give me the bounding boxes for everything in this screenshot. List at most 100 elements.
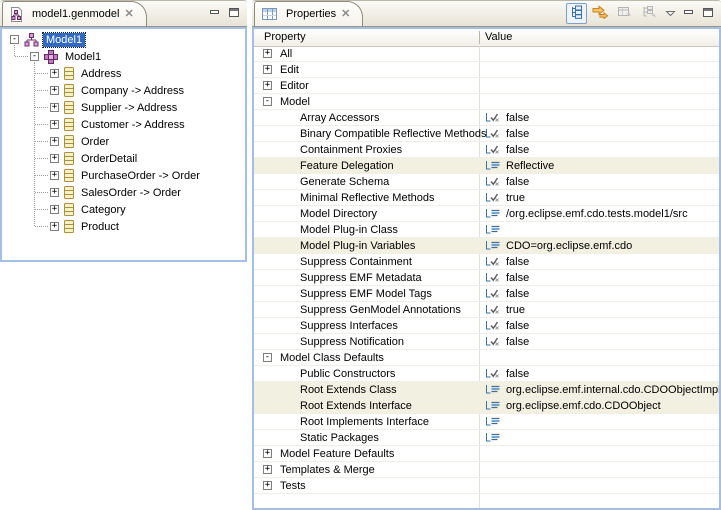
value-cell[interactable]: false (480, 318, 719, 333)
property-row[interactable]: Suppress EMF Metadatafalse (254, 270, 719, 286)
value-cell[interactable] (480, 222, 719, 237)
expander-plus-icon[interactable]: + (263, 465, 272, 474)
value-cell[interactable]: false (480, 126, 719, 141)
eclass-icon (64, 186, 74, 199)
value-cell[interactable]: false (480, 254, 719, 269)
expander-plus-icon[interactable]: + (50, 205, 59, 214)
properties-tab[interactable]: Properties ✕ (254, 1, 363, 26)
category-row[interactable]: +Tests (254, 478, 719, 494)
category-row[interactable]: -Model Class Defaults (254, 350, 719, 366)
property-row[interactable]: Model Plug-in Class (254, 222, 719, 238)
expander-plus-icon[interactable]: + (50, 222, 59, 231)
property-row[interactable]: Suppress Notificationfalse (254, 334, 719, 350)
show-advanced-properties-button[interactable] (590, 3, 611, 24)
category-row[interactable]: +All (254, 46, 719, 62)
value-cell[interactable]: false (480, 334, 719, 349)
maximize-button[interactable] (700, 3, 716, 24)
value-text: false (506, 272, 529, 284)
value-cell[interactable]: false (480, 366, 719, 381)
value-cell[interactable]: false (480, 286, 719, 301)
category-row[interactable]: +Templates & Merge (254, 462, 719, 478)
tree-mode-button[interactable] (566, 3, 587, 24)
value-text: false (506, 368, 529, 380)
expander-plus-icon[interactable]: + (50, 154, 59, 163)
value-cell[interactable]: false (480, 142, 719, 157)
property-row[interactable]: Root Implements Interface (254, 414, 719, 430)
column-resize-handle[interactable] (479, 31, 480, 44)
expander-minus-icon[interactable]: - (10, 35, 19, 44)
value-cell (480, 46, 719, 61)
property-row[interactable]: Suppress Interfacesfalse (254, 318, 719, 334)
expander-minus-icon[interactable]: - (263, 353, 272, 362)
tree-item[interactable]: -Model1 (2, 31, 245, 48)
expander-minus-icon[interactable]: - (263, 97, 272, 106)
tree-item[interactable]: -Model1 (2, 48, 245, 65)
tree-item-label: SalesOrder -> Order (78, 186, 184, 200)
close-icon[interactable]: ✕ (341, 9, 350, 19)
value-cell[interactable]: false (480, 270, 719, 285)
property-row[interactable]: Feature Delegation Reflective (254, 158, 719, 174)
property-row[interactable]: Suppress GenModel Annotationstrue (254, 302, 719, 318)
value-cell[interactable]: Reflective (480, 158, 719, 173)
value-cell[interactable]: true (480, 190, 719, 205)
tree-guide-line (35, 192, 48, 193)
value-cell[interactable]: org.eclipse.emf.internal.cdo.CDOObjectIm… (480, 382, 719, 397)
value-cell[interactable]: false (480, 110, 719, 125)
expander-plus-icon[interactable]: + (263, 449, 272, 458)
value-cell[interactable] (480, 414, 719, 429)
property-row[interactable]: Static Packages (254, 430, 719, 446)
property-row[interactable]: Generate Schemafalse (254, 174, 719, 190)
expander-plus-icon[interactable]: + (50, 103, 59, 112)
category-row[interactable]: -Model (254, 94, 719, 110)
property-row[interactable]: Binary Compatible Reflective Methodsfals… (254, 126, 719, 142)
expander-minus-icon[interactable]: - (30, 52, 39, 61)
value-cell[interactable]: org.eclipse.emf.cdo.CDOObject (480, 398, 719, 413)
expander-plus-icon[interactable]: + (50, 171, 59, 180)
property-row[interactable]: Suppress Containmentfalse (254, 254, 719, 270)
tree-mode-icon (569, 5, 584, 22)
show-categories-button[interactable] (638, 3, 659, 24)
property-row[interactable]: Containment Proxiesfalse (254, 142, 719, 158)
minimize-button[interactable] (207, 3, 223, 24)
expander-plus-icon[interactable]: + (50, 120, 59, 129)
editor-tab[interactable]: model1.genmodel ✕ (2, 1, 147, 26)
column-header-value[interactable]: Value (485, 31, 512, 43)
value-cell[interactable]: /org.eclipse.emf.cdo.tests.model1/src (480, 206, 719, 221)
column-header-property[interactable]: Property (264, 31, 306, 43)
property-row[interactable]: Public Constructorsfalse (254, 366, 719, 382)
value-text: CDO=org.eclipse.emf.cdo (506, 240, 632, 252)
category-row[interactable]: +Model Feature Defaults (254, 446, 719, 462)
expander-plus-icon[interactable]: + (50, 137, 59, 146)
category-row[interactable]: +Editor (254, 78, 719, 94)
text-value-icon (485, 432, 501, 443)
property-row[interactable]: Array Accessorsfalse (254, 110, 719, 126)
category-row[interactable]: +Edit (254, 62, 719, 78)
property-row[interactable]: Model Directory/org.eclipse.emf.cdo.test… (254, 206, 719, 222)
value-cell[interactable]: false (480, 174, 719, 189)
maximize-button[interactable] (226, 3, 242, 24)
value-cell[interactable]: CDO=org.eclipse.emf.cdo (480, 238, 719, 253)
tree-guide-line (14, 45, 15, 56)
value-cell[interactable] (480, 430, 719, 445)
expander-plus-icon[interactable]: + (50, 69, 59, 78)
property-row[interactable]: Model Plug-in VariablesCDO=org.eclipse.e… (254, 238, 719, 254)
expander-plus-icon[interactable]: + (263, 81, 272, 90)
view-menu-button[interactable] (662, 3, 678, 24)
property-label: Feature Delegation (300, 160, 394, 172)
minimize-icon (683, 7, 695, 20)
expander-plus-icon[interactable]: + (263, 65, 272, 74)
value-cell[interactable]: true (480, 302, 719, 317)
property-row[interactable]: Root Extends Classorg.eclipse.emf.intern… (254, 382, 719, 398)
expander-plus-icon[interactable]: + (50, 188, 59, 197)
restore-default-value-button[interactable] (614, 3, 635, 24)
property-row[interactable]: Minimal Reflective Methodstrue (254, 190, 719, 206)
value-cell (480, 478, 719, 493)
property-row[interactable]: Suppress EMF Model Tagsfalse (254, 286, 719, 302)
expander-plus-icon[interactable]: + (50, 86, 59, 95)
value-text: true (506, 304, 525, 316)
expander-plus-icon[interactable]: + (263, 49, 272, 58)
property-row[interactable]: Root Extends Interfaceorg.eclipse.emf.cd… (254, 398, 719, 414)
expander-plus-icon[interactable]: + (263, 481, 272, 490)
close-icon[interactable]: ✕ (124, 9, 133, 19)
minimize-button[interactable] (681, 3, 697, 24)
